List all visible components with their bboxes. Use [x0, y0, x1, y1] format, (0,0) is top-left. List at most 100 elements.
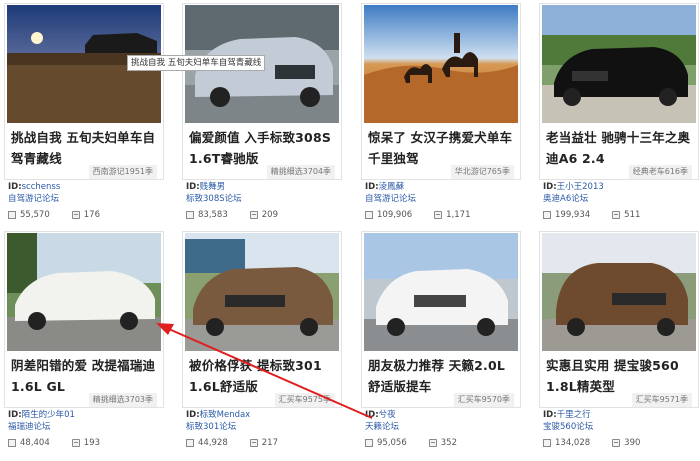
forum-link[interactable]: 自驾游记论坛 — [365, 193, 521, 205]
author-line: ID:千里之行 — [543, 409, 699, 421]
views-icon — [8, 211, 16, 219]
forum-link[interactable]: 标致308S论坛 — [186, 193, 342, 205]
post-meta: ID:王小王2013 奥迪A6论坛 199,934 511 — [543, 181, 699, 221]
view-count: 134,028 — [555, 438, 591, 448]
author-line: ID:王小王2013 — [543, 181, 699, 193]
post-card[interactable]: 偏爱颜值 入手标致308S 1.6T睿驰版 精挑细选3704季 ID:贱舞男 标… — [182, 3, 342, 231]
comments-icon — [434, 211, 443, 219]
forum-link[interactable]: 福瑞迪论坛 — [8, 421, 164, 433]
views-icon — [365, 439, 373, 447]
post-card[interactable]: 阴差阳错的爱 改提福瑞迪1.6L GL 精挑细选3703季 ID:陌生的少年01… — [4, 231, 164, 459]
comments-icon — [71, 211, 80, 219]
comments-icon — [249, 439, 258, 447]
view-count: 44,928 — [198, 438, 228, 448]
author-link[interactable]: 贱舞男 — [200, 182, 226, 192]
post-title[interactable]: 惊呆了 女汉子携爱犬单车千里独驾 — [368, 127, 516, 169]
id-label: ID: — [365, 182, 379, 192]
card-frame: 惊呆了 女汉子携爱犬单车千里独驾 华北游记765季 — [361, 3, 521, 180]
post-meta: ID:贱舞男 标致308S论坛 83,583 209 — [186, 181, 342, 221]
forum-link[interactable]: 标致301论坛 — [186, 421, 342, 433]
post-thumbnail[interactable] — [364, 5, 518, 123]
card-frame: 挑战自我 五旬夫妇单车自驾青藏线 西南游记1951季 — [4, 3, 164, 180]
forum-link[interactable]: 天籁论坛 — [365, 421, 521, 433]
comment-count: 176 — [83, 210, 100, 220]
post-card[interactable]: 实惠且实用 提宝骏560 1.8L精英型 汇买车9571季 ID:千里之行 宝骏… — [539, 231, 699, 459]
comments-icon — [71, 439, 80, 447]
series-badge: 经典老车616季 — [628, 165, 692, 179]
title-tooltip: 挑战自我 五旬夫妇单车自驾青藏线 — [127, 55, 266, 71]
id-label: ID: — [186, 182, 200, 192]
series-badge: 汇买车9575季 — [274, 393, 335, 407]
post-meta: ID:scchenss 自驾游记论坛 55,570 176 — [8, 181, 164, 221]
post-title[interactable]: 被价格俘获 提标致301 1.6L舒适版 — [189, 355, 337, 397]
forum-link[interactable]: 宝骏560论坛 — [543, 421, 699, 433]
post-title[interactable]: 偏爱颜值 入手标致308S 1.6T睿驰版 — [189, 127, 337, 169]
forum-link[interactable]: 奥迪A6论坛 — [543, 193, 699, 205]
view-count: 83,583 — [198, 210, 228, 220]
post-stats: 48,404 193 — [8, 437, 164, 449]
author-line: ID:标致Mendax — [186, 409, 342, 421]
author-link[interactable]: 千里之行 — [557, 410, 591, 420]
post-stats: 83,583 209 — [186, 209, 342, 221]
forum-link[interactable]: 自驾游记论坛 — [8, 193, 164, 205]
comment-count: 352 — [440, 438, 457, 448]
views-icon — [365, 211, 373, 219]
post-card[interactable]: 挑战自我 五旬夫妇单车自驾青藏线 西南游记1951季 ID:scchenss 自… — [4, 3, 164, 231]
post-card[interactable]: 老当益壮 驰骋十三年之奥迪A6 2.4 经典老车616季 ID:王小王2013 … — [539, 3, 699, 231]
post-thumbnail[interactable] — [7, 233, 161, 351]
post-title[interactable]: 阴差阳错的爱 改提福瑞迪1.6L GL — [11, 355, 159, 397]
comment-count: 217 — [261, 438, 278, 448]
view-count: 55,570 — [20, 210, 50, 220]
comment-count: 1,171 — [446, 210, 471, 220]
author-link[interactable]: 陌生的少年01 — [22, 410, 75, 420]
views-icon — [543, 211, 551, 219]
author-link[interactable]: 兮夜 — [379, 410, 396, 420]
id-label: ID: — [186, 410, 200, 420]
id-label: ID: — [543, 410, 557, 420]
post-title[interactable]: 朋友极力推荐 天籁2.0L舒适版提车 — [368, 355, 516, 397]
post-thumbnail[interactable] — [542, 5, 696, 123]
comments-icon — [612, 439, 621, 447]
author-line: ID:淩鳳蘇 — [365, 181, 521, 193]
comments-icon — [612, 211, 621, 219]
author-line: ID:兮夜 — [365, 409, 521, 421]
post-thumbnail[interactable] — [364, 233, 518, 351]
post-card[interactable]: 被价格俘获 提标致301 1.6L舒适版 汇买车9575季 ID:标致Menda… — [182, 231, 342, 459]
post-meta: ID:标致Mendax 标致301论坛 44,928 217 — [186, 409, 342, 449]
view-count: 199,934 — [555, 210, 591, 220]
post-card[interactable]: 朋友极力推荐 天籁2.0L舒适版提车 汇买车9570季 ID:兮夜 天籁论坛 9… — [361, 231, 521, 459]
views-icon — [186, 439, 194, 447]
series-badge: 精挑细选3704季 — [266, 165, 335, 179]
author-line: ID:陌生的少年01 — [8, 409, 164, 421]
post-card[interactable]: 惊呆了 女汉子携爱犬单车千里独驾 华北游记765季 ID:淩鳳蘇 自驾游记论坛 … — [361, 3, 521, 231]
post-stats: 44,928 217 — [186, 437, 342, 449]
views-icon — [8, 439, 16, 447]
post-title[interactable]: 老当益壮 驰骋十三年之奥迪A6 2.4 — [546, 127, 694, 169]
post-meta: ID:千里之行 宝骏560论坛 134,028 390 — [543, 409, 699, 449]
author-link[interactable]: 王小王2013 — [557, 182, 604, 192]
comment-count: 511 — [624, 210, 641, 220]
series-badge: 精挑细选3703季 — [88, 393, 157, 407]
post-thumbnail[interactable] — [185, 233, 339, 351]
post-thumbnail[interactable] — [542, 233, 696, 351]
post-title[interactable]: 实惠且实用 提宝骏560 1.8L精英型 — [546, 355, 694, 397]
series-badge: 华北游记765季 — [450, 165, 514, 179]
post-meta: ID:陌生的少年01 福瑞迪论坛 48,404 193 — [8, 409, 164, 449]
author-link[interactable]: 标致Mendax — [200, 410, 251, 420]
view-count: 95,056 — [377, 438, 407, 448]
series-badge: 汇买车9570季 — [453, 393, 514, 407]
view-count: 109,906 — [377, 210, 413, 220]
series-badge: 西南游记1951季 — [88, 165, 157, 179]
card-frame: 朋友极力推荐 天籁2.0L舒适版提车 汇买车9570季 — [361, 231, 521, 408]
post-stats: 199,934 511 — [543, 209, 699, 221]
author-line: ID:贱舞男 — [186, 181, 342, 193]
comments-icon — [428, 439, 437, 447]
author-link[interactable]: scchenss — [22, 182, 61, 192]
id-label: ID: — [8, 410, 22, 420]
post-title[interactable]: 挑战自我 五旬夫妇单车自驾青藏线 — [11, 127, 159, 169]
post-stats: 134,028 390 — [543, 437, 699, 449]
comment-count: 390 — [624, 438, 641, 448]
views-icon — [186, 211, 194, 219]
post-stats: 55,570 176 — [8, 209, 164, 221]
author-link[interactable]: 淩鳳蘇 — [379, 182, 405, 192]
